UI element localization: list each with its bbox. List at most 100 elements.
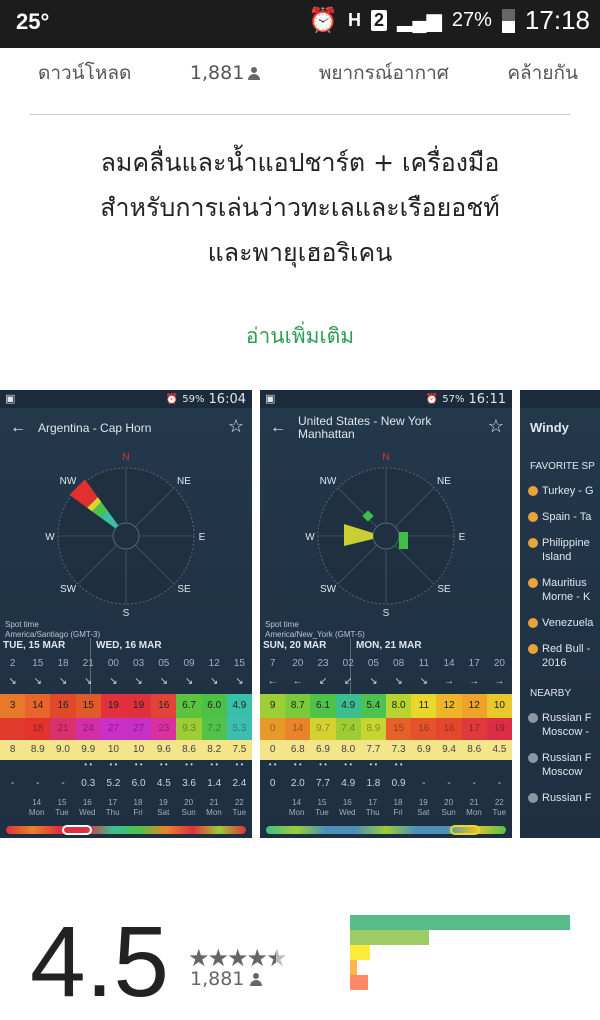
raindrops-icon: • • [268,760,277,769]
spot-list-item[interactable]: Mauritius Morne - K [528,576,600,604]
temperature: 9.6 [151,740,177,760]
read-more-link[interactable]: อ่านเพิ่มเติม [0,320,600,353]
precipitation: 0.3 [81,778,96,789]
no-rain [487,760,512,774]
category-link[interactable]: พยากรณ์อากาศ [319,58,449,88]
day-weekday: Sun [441,808,456,817]
screenshot-2[interactable]: ▣ ⏰ 57% 16:11 ← United States - New York Manha… [260,390,512,838]
day-strip-day[interactable]: 20 Sun [176,798,201,822]
favorite-star-icon[interactable]: ☆ [488,416,504,437]
screenshot-1[interactable]: ▣ ⏰ 59% 16:04 ← Argentina - Cap Horn ☆ N NE E SE S S… [0,390,252,838]
wind-gust: 14 [285,718,311,740]
day-strip-day[interactable]: 16 Wed [335,798,360,822]
spot-list-item[interactable]: Red Bull - 2016 [528,642,600,670]
shot-title-bar: ← Argentina - Cap Horn ☆ [0,408,252,448]
day-header: MON, 21 MAR [356,640,422,651]
precipitation-row: 0 2.0 7.7 4.9 1.8 0.9 - - - - [260,776,512,792]
day-strip-day[interactable]: 22 Tue [487,798,512,822]
temperature: 6.9 [411,740,437,760]
precipitation: 6.0 [131,778,146,789]
no-rain [0,760,25,774]
spot-list-item[interactable]: Russian F [528,791,600,805]
day-strip-day[interactable]: 15 Tue [309,798,334,822]
day-strip-day[interactable]: 15 Tue [49,798,74,822]
day-strip[interactable]: 14 Mon 15 Tue 16 Wed 17 Thu 18 Fri 19 Sat 20 Sun 21 Mon… [0,798,252,822]
no-rain [25,760,50,774]
back-arrow-icon[interactable]: ← [10,419,26,437]
spot-name: Turkey - G [542,485,594,497]
ratings-count: 1,881 [189,62,245,84]
no-rain [50,760,75,774]
raindrops-icon: • • [319,760,327,769]
timeline-selection-handle[interactable] [62,825,92,835]
spot-list-item[interactable]: Venezuela [528,616,600,630]
timeline-selection-handle[interactable] [450,825,480,835]
wind-rose: N NE E SE S SW W NW [45,452,206,618]
precipitation: - [61,778,65,789]
wind-gust: 27 [100,718,127,740]
back-arrow-icon[interactable]: ← [270,419,286,437]
clock: 16:11 [468,391,506,407]
precipitation: - [447,778,451,789]
shot-status-bar: ▣ ⏰ 57% 16:11 [260,390,512,408]
status-bar: 25° ⏰ H 2 ▂▄▆ 27% 17:18 [0,0,600,48]
day-strip-day[interactable]: 21 Mon [461,798,486,822]
day-strip-day[interactable]: 17 Thu [360,798,385,822]
spot-list-item[interactable]: Spain - Ta [528,510,600,524]
compass-label-se: SE [437,584,451,595]
day-weekday: Wed [339,808,356,817]
day-strip-day[interactable]: 22 Tue [227,798,252,822]
similar-link[interactable]: คล้ายกัน [507,58,578,88]
day-weekday: Thu [105,808,120,817]
ratings-count-metric[interactable]: 1,881 [189,58,261,88]
precipitation: 2.4 [232,778,247,789]
spot-time-label: Spot time [265,620,299,629]
screenshot-3[interactable]: Windy FAVORITE SP Turkey - G Spain - Ta Ph… [520,390,600,838]
day-strip-day[interactable]: 16 Wed [75,798,100,822]
day-strip-day[interactable]: 14 Mon [284,798,309,822]
forecast-hour: 14 [443,658,455,669]
day-strip[interactable]: 14 Mon 15 Tue 16 Wed 17 Thu 18 Fri 19 Sat 20 Sun 21 Mon… [260,798,512,822]
favorite-star-icon[interactable]: ☆ [228,416,244,437]
compass-label-e: E [199,532,206,543]
raindrops-icon: • • [394,760,403,769]
wind-direction-arrow: ↘ [184,676,194,687]
raindrops-icon: • • [344,760,353,769]
day-strip-day[interactable]: 21 Mon [201,798,226,822]
spot-list-item[interactable]: Russian F Moscow - [528,711,600,739]
temperature: 8.2 [201,740,227,760]
favorites-header: FAVORITE SP [530,461,595,472]
precipitation: 0 [269,778,276,789]
wind-direction-arrow: ↘ [210,676,219,687]
compass-label-ne: NE [437,476,451,487]
wind-speed: 4.9 [226,694,252,718]
wind-direction-arrow: ↙ [344,676,353,687]
day-strip-day[interactable]: 20 Sun [436,798,461,822]
forecast-hour: 12 [208,658,220,669]
forecast-hour: 7 [269,658,276,669]
forecast-timeline-bar[interactable] [6,825,246,835]
shot-status-bar [520,390,600,408]
day-strip-day[interactable]: 19 Sat [411,798,436,822]
wind-speed: 6.7 [176,694,202,718]
spot-time: Spot time America/New_York (GMT-5) [265,620,365,640]
wind-speed: 19 [126,694,152,718]
spot-list-item[interactable]: Philippine Island [528,536,600,564]
precipitation: 5.2 [106,778,121,789]
day-weekday: Mon [288,808,305,817]
wind-gust: 7.4 [335,718,361,740]
day-strip-day[interactable]: 14 Mon [24,798,49,822]
raindrops-icon: • • [185,760,193,769]
day-strip-day[interactable]: 19 Sat [151,798,176,822]
spot-list-item[interactable]: Russian F Moscow [528,751,600,779]
day-strip-day[interactable]: 18 Fri [385,798,410,822]
spot-list-item[interactable]: Turkey - G [528,484,600,498]
forecast-hour: 21 [82,658,94,669]
wind-gust-row: 18 21 24 27 27 23 9.3 7.2 5.3 [0,718,252,740]
spot-name: Mauritius Morne - K [542,577,591,603]
day-strip-day[interactable]: 18 Fri [125,798,150,822]
day-strip-day[interactable]: 17 Thu [100,798,125,822]
forecast-timeline-bar[interactable] [266,825,506,835]
temperature: 10 [100,740,127,760]
rating-bar-4-star [350,930,430,945]
